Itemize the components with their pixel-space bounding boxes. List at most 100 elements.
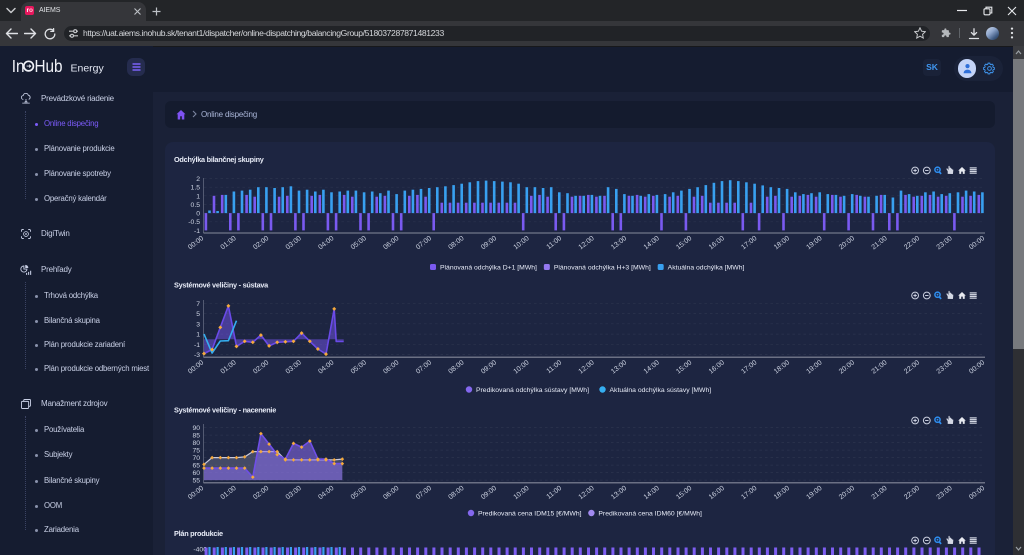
svg-text:00:00: 00:00 — [968, 359, 986, 375]
svg-text:19:00: 19:00 — [805, 485, 823, 501]
svg-text:10:00: 10:00 — [513, 235, 531, 251]
svg-text:Systémové veličiny - nacenenie: Systémové veličiny - nacenenie — [174, 406, 276, 415]
svg-text:Energy: Energy — [71, 63, 105, 75]
svg-text:20:00: 20:00 — [838, 235, 856, 251]
svg-text:Plán produkcie: Plán produkcie — [174, 529, 223, 538]
svg-text:90: 90 — [192, 425, 200, 432]
svg-text:09:00: 09:00 — [480, 235, 498, 251]
svg-text:09:00: 09:00 — [480, 485, 498, 501]
svg-text:00:00: 00:00 — [187, 485, 205, 501]
svg-text:06:00: 06:00 — [382, 485, 400, 501]
svg-text:55: 55 — [192, 478, 200, 485]
svg-text:18:00: 18:00 — [773, 235, 791, 251]
svg-text:In: In — [12, 56, 25, 76]
svg-text:02:00: 02:00 — [252, 359, 270, 375]
svg-text:21:00: 21:00 — [871, 359, 889, 375]
svg-text:80: 80 — [192, 440, 200, 447]
svg-text:60: 60 — [192, 470, 200, 477]
svg-text:Odchýlka bilančnej skupiny: Odchýlka bilančnej skupiny — [174, 155, 265, 164]
svg-text:03:00: 03:00 — [285, 235, 303, 251]
svg-text:Systémové veličiny - sústava: Systémové veličiny - sústava — [174, 281, 269, 290]
svg-text:Predikovaná cena IDM60 [€/MWh]: Predikovaná cena IDM60 [€/MWh] — [598, 510, 702, 517]
svg-text:0: 0 — [196, 211, 200, 218]
svg-text:22:00: 22:00 — [903, 485, 921, 501]
svg-text:19:00: 19:00 — [805, 235, 823, 251]
svg-text:01:00: 01:00 — [220, 235, 238, 251]
svg-text:1: 1 — [196, 193, 200, 200]
svg-text:Predikovaná odchýlka sústavy [: Predikovaná odchýlka sústavy [MWh] — [476, 387, 589, 394]
svg-text:08:00: 08:00 — [447, 359, 465, 375]
svg-text:12:00: 12:00 — [578, 359, 596, 375]
svg-text:16:00: 16:00 — [708, 359, 726, 375]
svg-text:05:00: 05:00 — [350, 235, 368, 251]
svg-text:06:00: 06:00 — [382, 359, 400, 375]
svg-text:03:00: 03:00 — [285, 359, 303, 375]
svg-text:11:00: 11:00 — [546, 359, 564, 375]
svg-text:13:00: 13:00 — [610, 359, 628, 375]
svg-text:07:00: 07:00 — [415, 485, 433, 501]
svg-text:18:00: 18:00 — [773, 359, 791, 375]
svg-text:07:00: 07:00 — [415, 359, 433, 375]
svg-text:02:00: 02:00 — [252, 235, 270, 251]
svg-text:14:00: 14:00 — [643, 485, 661, 501]
svg-text:01:00: 01:00 — [220, 359, 238, 375]
svg-text:-1: -1 — [194, 228, 200, 235]
svg-text:Plánovaná odchýlka D+1 [MWh]: Plánovaná odchýlka D+1 [MWh] — [440, 264, 537, 271]
svg-text:70: 70 — [192, 455, 200, 462]
svg-text:14:00: 14:00 — [643, 235, 661, 251]
svg-text:16:00: 16:00 — [708, 485, 726, 501]
svg-text:05:00: 05:00 — [350, 359, 368, 375]
svg-text:12:00: 12:00 — [578, 485, 596, 501]
svg-text:08:00: 08:00 — [447, 485, 465, 501]
svg-text:00:00: 00:00 — [187, 359, 205, 375]
svg-text:13:00: 13:00 — [610, 485, 628, 501]
svg-text:23:00: 23:00 — [936, 235, 954, 251]
svg-text:04:00: 04:00 — [317, 235, 335, 251]
svg-text:85: 85 — [192, 433, 200, 440]
svg-text:7: 7 — [196, 301, 200, 308]
svg-text:13:00: 13:00 — [610, 235, 628, 251]
svg-text:00:00: 00:00 — [968, 485, 986, 501]
svg-text:1.5: 1.5 — [191, 185, 201, 192]
svg-text:-1: -1 — [194, 342, 200, 349]
svg-text:08:00: 08:00 — [447, 235, 465, 251]
svg-text:22:00: 22:00 — [903, 359, 921, 375]
svg-text:20:00: 20:00 — [838, 485, 856, 501]
svg-text:01:00: 01:00 — [220, 485, 238, 501]
svg-text:15:00: 15:00 — [675, 485, 693, 501]
svg-text:75: 75 — [192, 448, 200, 455]
svg-text:23:00: 23:00 — [936, 359, 954, 375]
svg-text:12:00: 12:00 — [578, 235, 596, 251]
svg-text:21:00: 21:00 — [871, 485, 889, 501]
svg-text:21:00: 21:00 — [871, 235, 889, 251]
svg-text:07:00: 07:00 — [415, 235, 433, 251]
svg-text:10:00: 10:00 — [513, 485, 531, 501]
svg-text:5: 5 — [196, 311, 200, 318]
svg-text:15:00: 15:00 — [675, 359, 693, 375]
svg-text:22:00: 22:00 — [903, 235, 921, 251]
svg-text:1: 1 — [196, 332, 200, 339]
svg-text:17:00: 17:00 — [740, 485, 758, 501]
svg-text:65: 65 — [192, 463, 200, 470]
svg-text:19:00: 19:00 — [805, 359, 823, 375]
svg-text:04:00: 04:00 — [317, 359, 335, 375]
svg-text:-0.5: -0.5 — [188, 219, 200, 226]
svg-text:23:00: 23:00 — [936, 485, 954, 501]
svg-text:11:00: 11:00 — [546, 235, 564, 251]
svg-text:02:00: 02:00 — [252, 485, 270, 501]
svg-text:03:00: 03:00 — [285, 485, 303, 501]
svg-text:15:00: 15:00 — [675, 235, 693, 251]
svg-text:Plánovaná odchýlka H+3 [MWh]: Plánovaná odchýlka H+3 [MWh] — [554, 264, 651, 271]
svg-text:14:00: 14:00 — [643, 359, 661, 375]
svg-text:00:00: 00:00 — [968, 235, 986, 251]
svg-text:20:00: 20:00 — [838, 359, 856, 375]
svg-text:Aktuálna odchýlka sústavy [MWh: Aktuálna odchýlka sústavy [MWh] — [610, 387, 712, 394]
svg-text:Predikovaná cena IDM15 [€/MWh]: Predikovaná cena IDM15 [€/MWh] — [478, 510, 582, 517]
svg-text:2: 2 — [196, 176, 200, 183]
svg-text:10:00: 10:00 — [513, 359, 531, 375]
svg-text:16:00: 16:00 — [708, 235, 726, 251]
svg-text:06:00: 06:00 — [382, 235, 400, 251]
svg-text:00:00: 00:00 — [187, 235, 205, 251]
svg-text:11:00: 11:00 — [546, 485, 564, 501]
svg-text:-3: -3 — [194, 352, 200, 359]
